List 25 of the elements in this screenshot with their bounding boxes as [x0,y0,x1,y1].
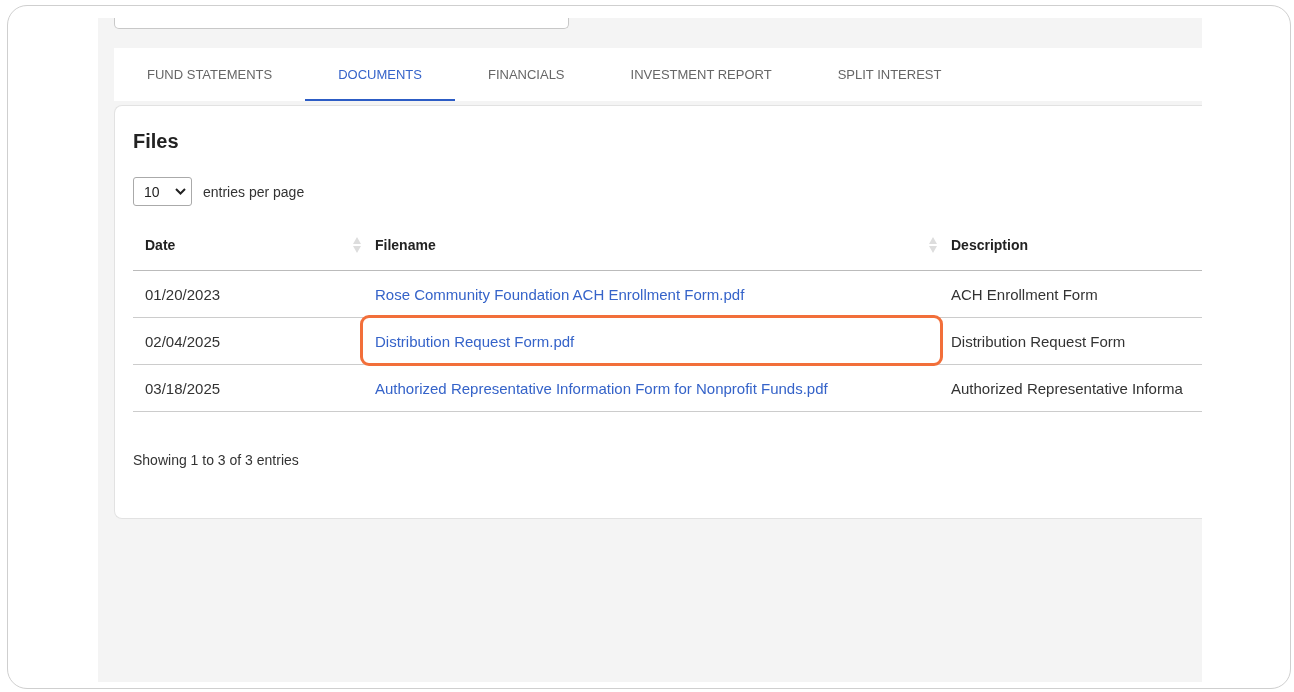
sort-icon[interactable] [353,237,361,253]
column-header[interactable]: Filename [375,237,937,253]
text-field[interactable] [114,18,569,29]
chevron-icon [175,188,186,195]
tab[interactable]: FUND STATEMENTS [114,48,306,101]
tab[interactable]: FINANCIALS [454,48,598,101]
table-cell: 03/18/2025 [145,379,221,397]
table-cell: Authorized Representative Informa [951,379,1183,397]
table-cell: ACH Enrollment Form [951,285,1098,303]
column-header[interactable]: Description [951,237,1200,253]
file-link[interactable]: Rose Community Foundation ACH Enrollment Form.pdf [375,285,745,303]
file-link[interactable]: Distribution Request Form.pdf [375,332,575,350]
page-size-select[interactable]: 10 [133,177,192,206]
tab[interactable]: INVESTMENT REPORT [597,48,805,101]
column-header[interactable]: Date [145,237,361,253]
tab[interactable]: SPLIT INTEREST [804,48,975,101]
sort-icon[interactable] [929,237,937,253]
entries-info: Showing 1 to 3 of 3 entries [133,452,300,468]
page-size-label: entries per page [203,183,305,200]
table-cell: 01/20/2023 [145,285,221,303]
tab[interactable]: DOCUMENTS [305,48,455,101]
card-title: Files [133,130,180,153]
file-link[interactable]: Authorized Representative Information Form for Nonprofit Funds.pdf [375,379,828,397]
table-cell: Distribution Request Form [951,332,1126,350]
table-cell: 02/04/2025 [145,332,221,350]
